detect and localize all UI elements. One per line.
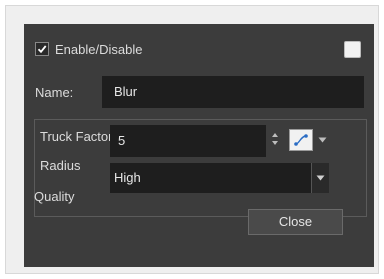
- function-curve-button[interactable]: [289, 129, 313, 151]
- check-icon: [37, 45, 47, 54]
- color-swatch[interactable]: [344, 41, 361, 58]
- chevron-down-icon[interactable]: [318, 137, 327, 143]
- spinner-arrows-icon[interactable]: [271, 132, 279, 146]
- radius-label: Radius: [40, 158, 81, 173]
- truck-factor-label: Truck Factor: [40, 129, 113, 144]
- quality-value: High: [114, 170, 141, 185]
- bezier-curve-icon: [294, 134, 308, 146]
- name-label: Name:: [35, 85, 74, 100]
- enable-disable-checkbox[interactable]: [35, 42, 49, 56]
- radius-value: 5: [118, 133, 126, 148]
- name-field[interactable]: Blur: [102, 76, 364, 108]
- quality-select[interactable]: High: [110, 163, 311, 193]
- quality-label: Quality: [34, 189, 75, 204]
- quality-dropdown-button[interactable]: [311, 163, 329, 193]
- chevron-down-icon: [316, 175, 325, 181]
- radius-field[interactable]: 5: [110, 125, 266, 157]
- enable-disable-label: Enable/Disable: [55, 42, 143, 57]
- name-value: Blur: [114, 84, 138, 99]
- close-button[interactable]: Close: [248, 209, 343, 235]
